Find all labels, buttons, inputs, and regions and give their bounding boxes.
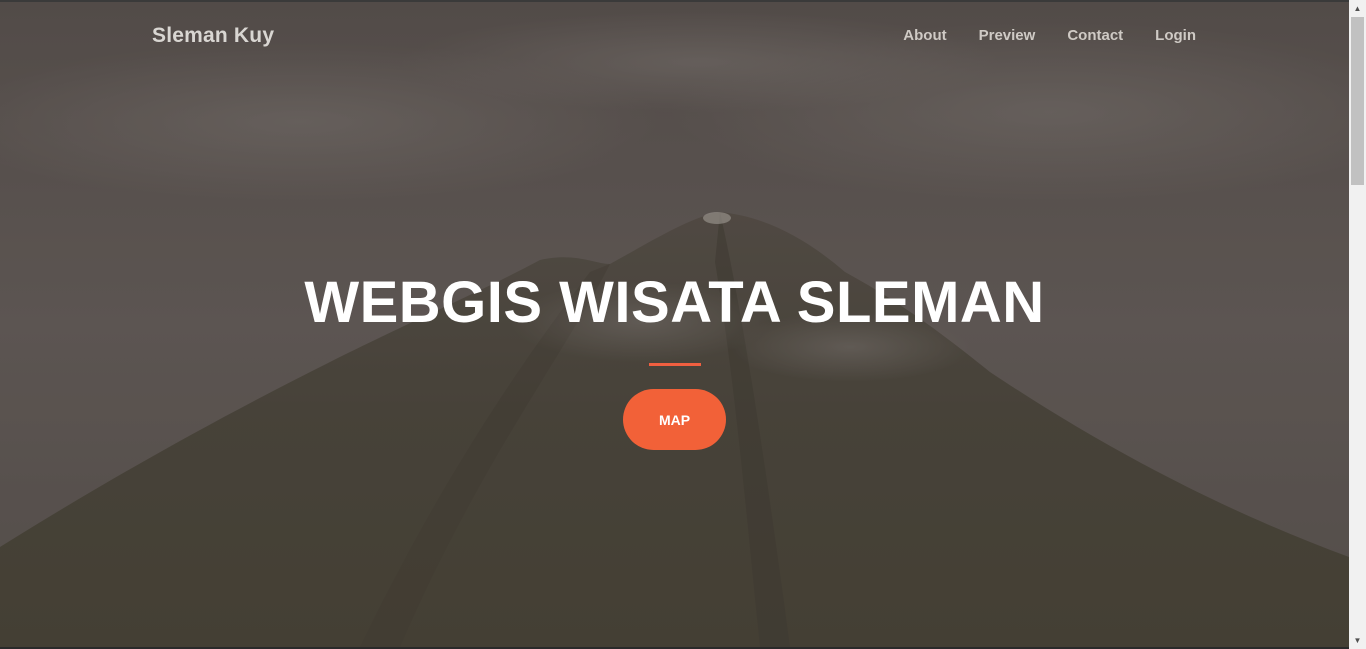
hero-divider xyxy=(649,363,701,366)
hero-title: WEBGIS WISATA SLEMAN xyxy=(304,270,1045,335)
nav-link-contact[interactable]: Contact xyxy=(1067,27,1123,44)
hero-section: Sleman Kuy About Preview Contact Login W… xyxy=(0,2,1349,647)
nav-links: About Preview Contact Login xyxy=(871,27,1196,44)
nav-link-about[interactable]: About xyxy=(903,27,946,44)
brand-link[interactable]: Sleman Kuy xyxy=(152,24,274,48)
map-button[interactable]: MAP xyxy=(623,389,726,450)
scrollbar-thumb[interactable] xyxy=(1351,17,1364,185)
nav-link-preview[interactable]: Preview xyxy=(979,27,1036,44)
nav-link-login[interactable]: Login xyxy=(1155,27,1196,44)
vertical-scrollbar[interactable]: ▲ ▼ xyxy=(1349,0,1366,649)
chevron-up-icon[interactable]: ▲ xyxy=(1349,0,1366,17)
window-top-edge xyxy=(0,0,1366,2)
hero-content: WEBGIS WISATA SLEMAN MAP xyxy=(0,2,1349,647)
chevron-down-icon[interactable]: ▼ xyxy=(1349,632,1366,649)
page: Sleman Kuy About Preview Contact Login W… xyxy=(0,0,1366,649)
navbar: Sleman Kuy About Preview Contact Login xyxy=(0,2,1349,74)
